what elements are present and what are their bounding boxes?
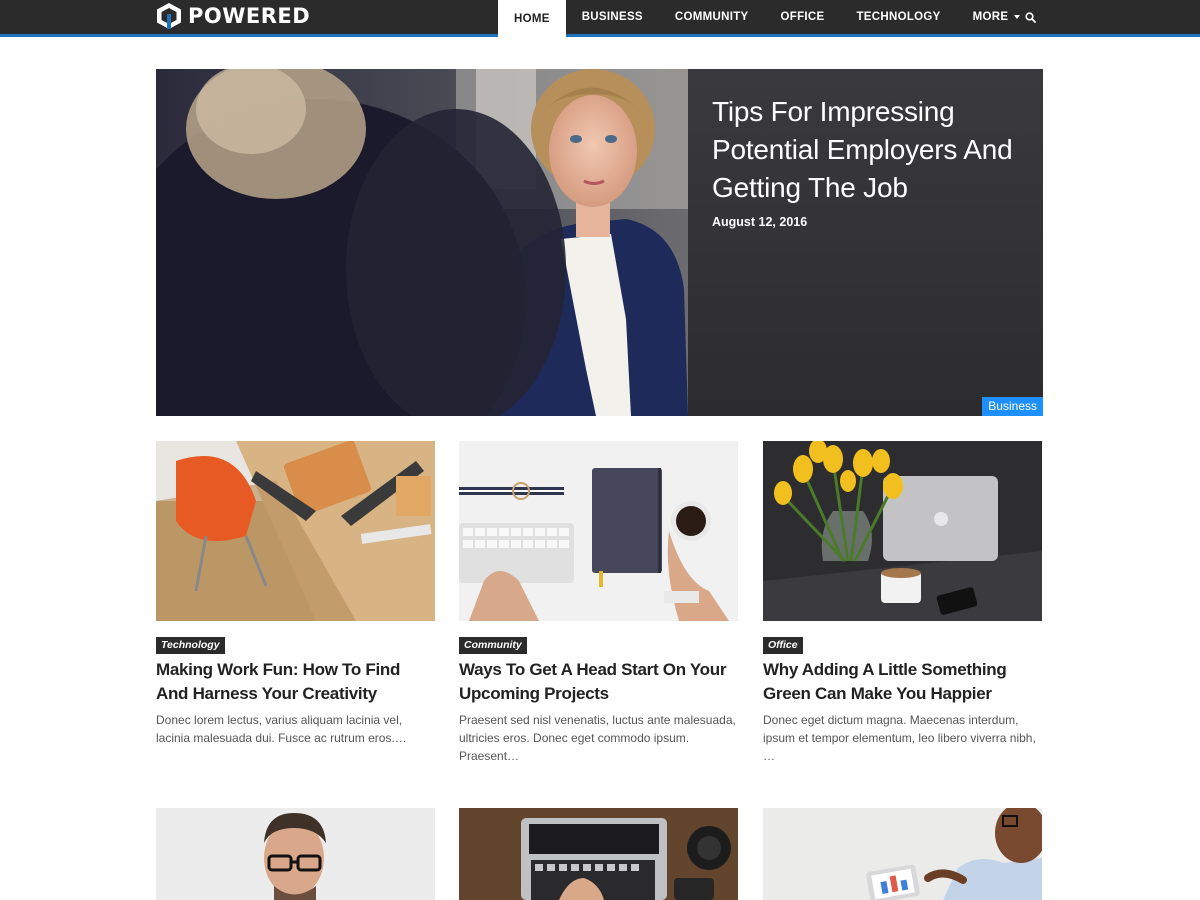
site-logo[interactable]: POWERED [156,1,310,31]
featured-category-badge[interactable]: Business [982,397,1043,416]
post-excerpt: Donec lorem lectus, varius aliquam lacin… [156,713,407,745]
featured-image[interactable] [156,69,688,416]
search-button[interactable] [1018,0,1042,34]
post-title[interactable]: Making Work Fun: How To Find And Harness… [156,658,435,706]
post-category-badge[interactable]: Office [763,637,803,654]
logo-icon [157,3,181,29]
post-title[interactable]: Why Adding A Little Something Green Can … [763,658,1042,706]
top-navbar: POWERED HOME BUSINESS COMMUNITY OFFICE T… [0,0,1200,37]
post-card: Office Why Adding A Little Something Gre… [763,441,1042,763]
featured-post[interactable]: Tips For Impressing Potential Employers … [156,69,1043,416]
post-card: Community Ways To Get A Head Start On Yo… [459,441,738,763]
nav-office[interactable]: OFFICE [765,0,841,34]
post-thumbnail[interactable] [156,441,435,621]
logo-text: POWERED [188,4,311,28]
nav-office-label: OFFICE [780,11,825,23]
main-menu: HOME BUSINESS COMMUNITY OFFICE TECHNOLOG… [498,0,1036,37]
nav-technology[interactable]: TECHNOLOGY [840,0,956,34]
post-excerpt: Donec eget dictum magna. Maecenas interd… [763,713,1036,763]
nav-community[interactable]: COMMUNITY [659,0,765,34]
post-thumbnail[interactable] [763,441,1042,621]
post-card: Technology Making Work Fun: How To Find … [156,441,435,745]
nav-business[interactable]: BUSINESS [566,0,659,34]
nav-home-label: HOME [514,12,550,25]
post-thumbnail[interactable] [156,808,435,900]
post-thumbnail[interactable] [763,808,1042,900]
post-category-badge[interactable]: Technology [156,637,225,654]
post-thumbnail[interactable] [459,808,738,900]
featured-date: August 12, 2016 [712,215,808,229]
search-icon [1024,11,1036,23]
nav-business-label: BUSINESS [581,11,643,23]
featured-caption: Tips For Impressing Potential Employers … [688,69,1043,416]
featured-title[interactable]: Tips For Impressing Potential Employers … [712,93,1022,207]
nav-technology-label: TECHNOLOGY [856,11,941,23]
post-thumbnail[interactable] [459,441,738,621]
nav-home[interactable]: HOME [498,0,566,37]
post-excerpt: Praesent sed nisl venenatis, luctus ante… [459,713,736,763]
nav-community-label: COMMUNITY [674,11,749,23]
post-category-badge[interactable]: Community [459,637,527,654]
post-title[interactable]: Ways To Get A Head Start On Your Upcomin… [459,658,738,706]
nav-more-label: MORE [972,11,1009,23]
